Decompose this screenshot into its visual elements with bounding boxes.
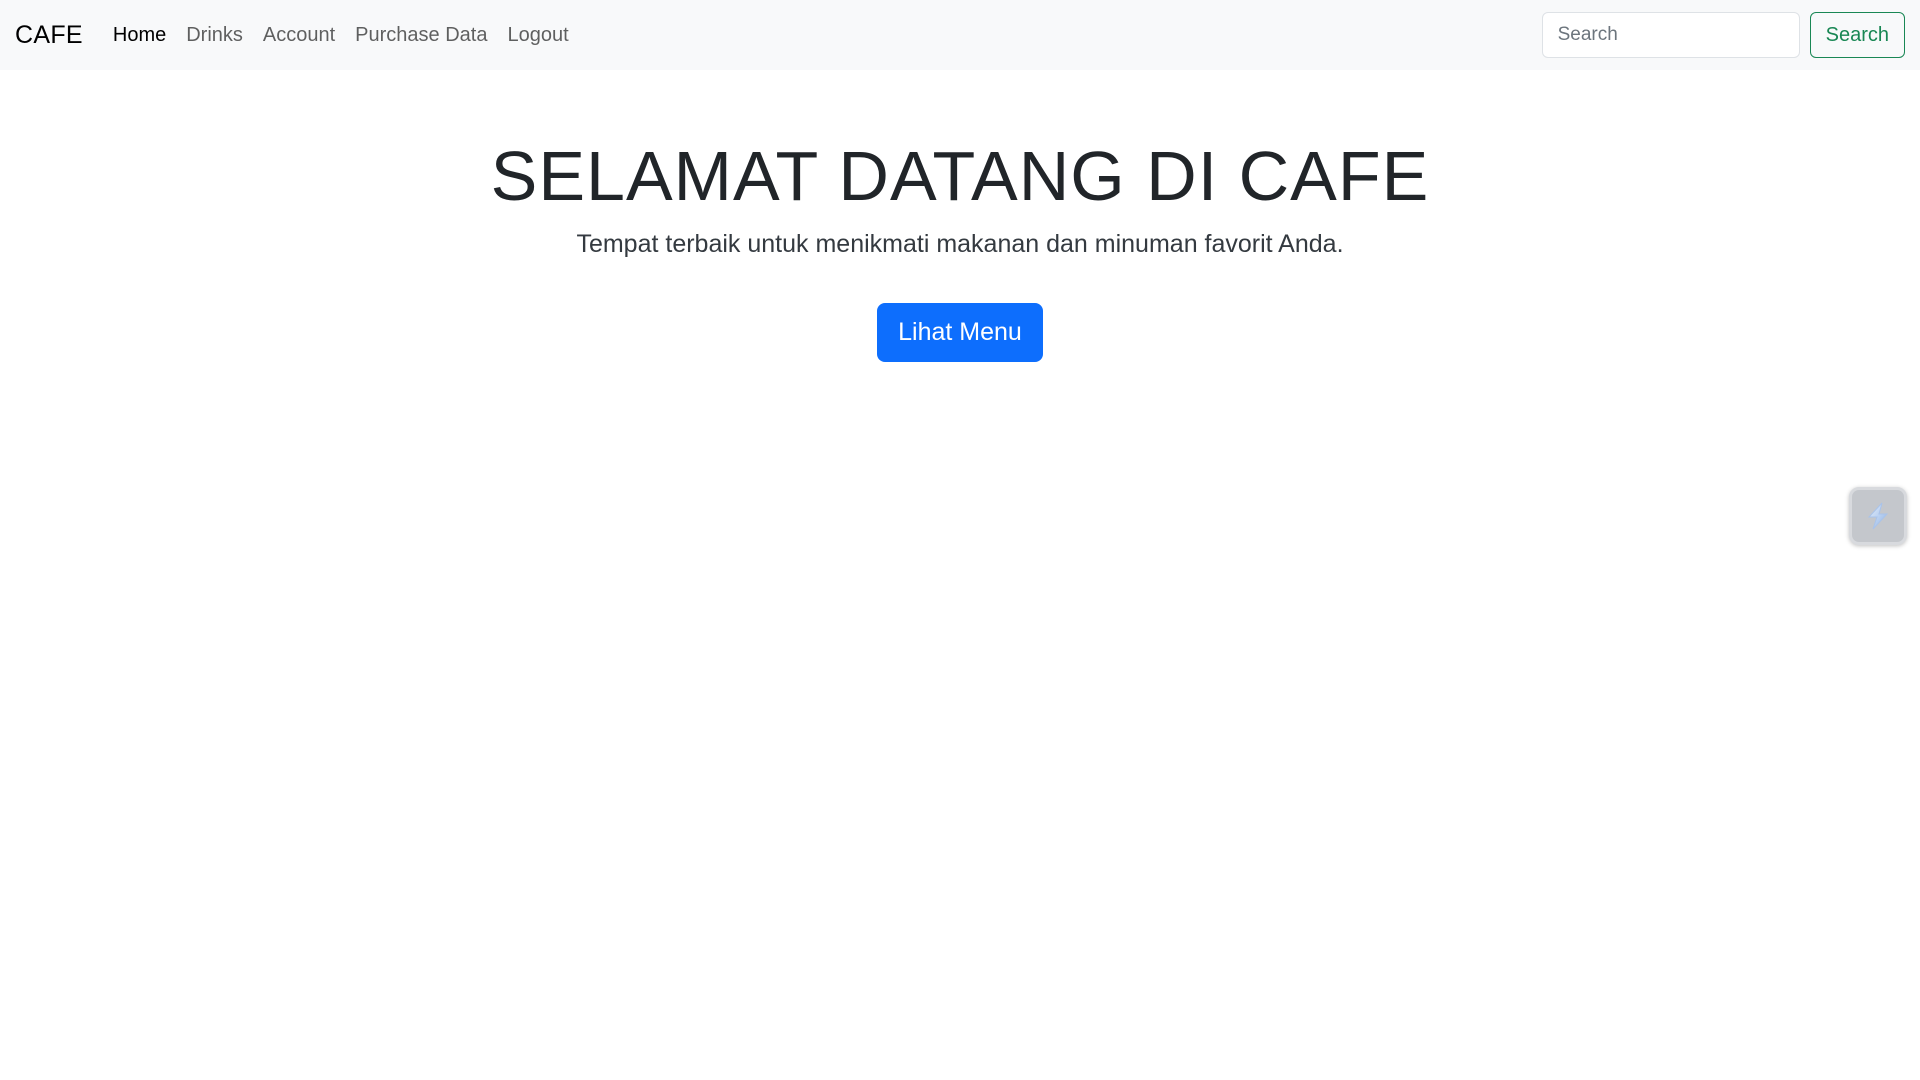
hero-section: SELAMAT DATANG DI CAFE Tempat terbaik un… (0, 130, 1920, 362)
navbar: CAFE Home Drinks Account Purchase Data L… (0, 0, 1920, 70)
nav-link-home[interactable]: Home (113, 16, 166, 55)
nav-link-purchase-data[interactable]: Purchase Data (355, 16, 487, 55)
nav-links: Home Drinks Account Purchase Data Logout (113, 16, 589, 55)
hero-title: SELAMAT DATANG DI CAFE (490, 137, 1430, 215)
search-button[interactable]: Search (1809, 12, 1905, 58)
search-form: Search (1541, 12, 1905, 58)
hero-lead: Tempat terbaik untuk menikmati makanan d… (576, 230, 1344, 258)
nav-link-drinks[interactable]: Drinks (186, 16, 243, 55)
floating-widget-button[interactable] (1849, 487, 1907, 545)
lightning-icon (1867, 502, 1889, 530)
search-input[interactable] (1541, 12, 1800, 58)
nav-link-account[interactable]: Account (263, 16, 335, 55)
brand-logo[interactable]: CAFE (15, 21, 83, 50)
nav-link-logout[interactable]: Logout (507, 16, 568, 55)
view-menu-button[interactable]: Lihat Menu (877, 303, 1043, 362)
